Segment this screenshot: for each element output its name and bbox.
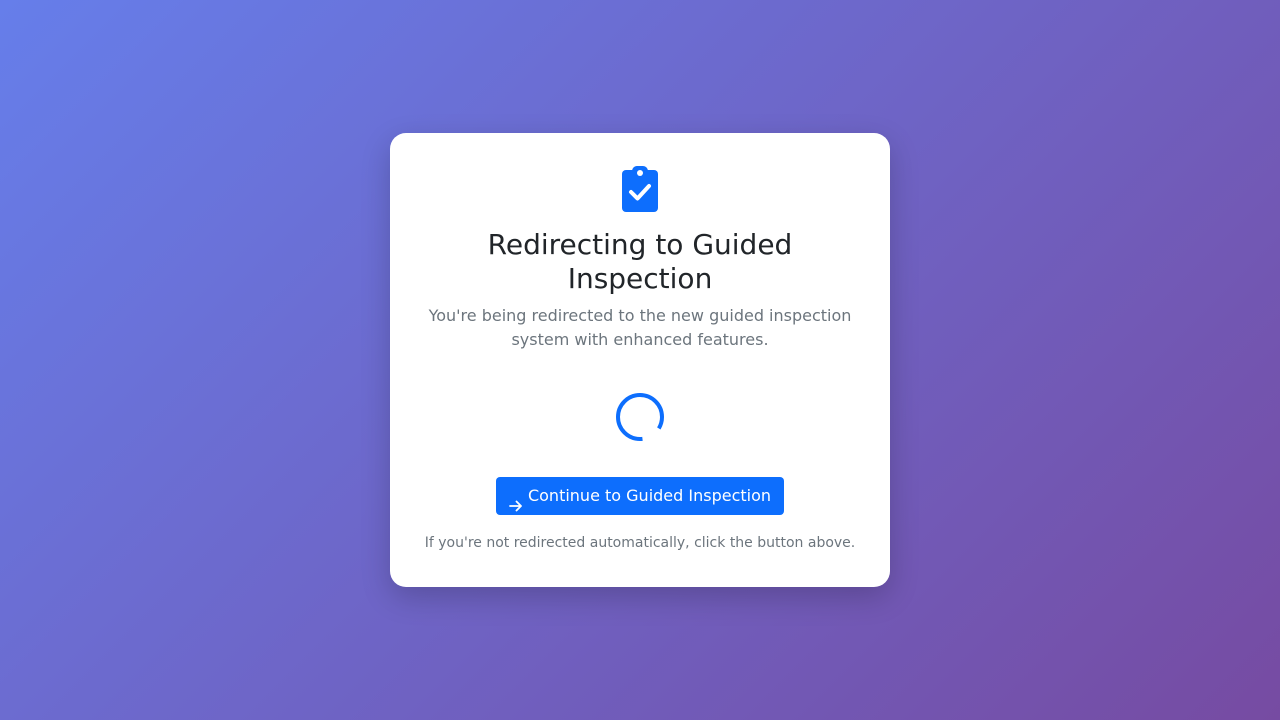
page-title: Redirecting to Guided Inspection [487, 228, 793, 295]
arrow-right-icon [509, 489, 523, 512]
redirect-hint: If you're not redirected automatically, … [424, 535, 856, 551]
continue-button[interactable]: Continue to Guided Inspection [496, 477, 784, 515]
loading-spinner [616, 393, 664, 441]
clipboard-check-icon [622, 164, 658, 214]
page-subtitle: You're being redirected to the new guide… [428, 306, 852, 349]
redirect-card: Redirecting to Guided Inspection You're … [390, 133, 890, 587]
continue-button-label: Continue to Guided Inspection [527, 486, 772, 505]
